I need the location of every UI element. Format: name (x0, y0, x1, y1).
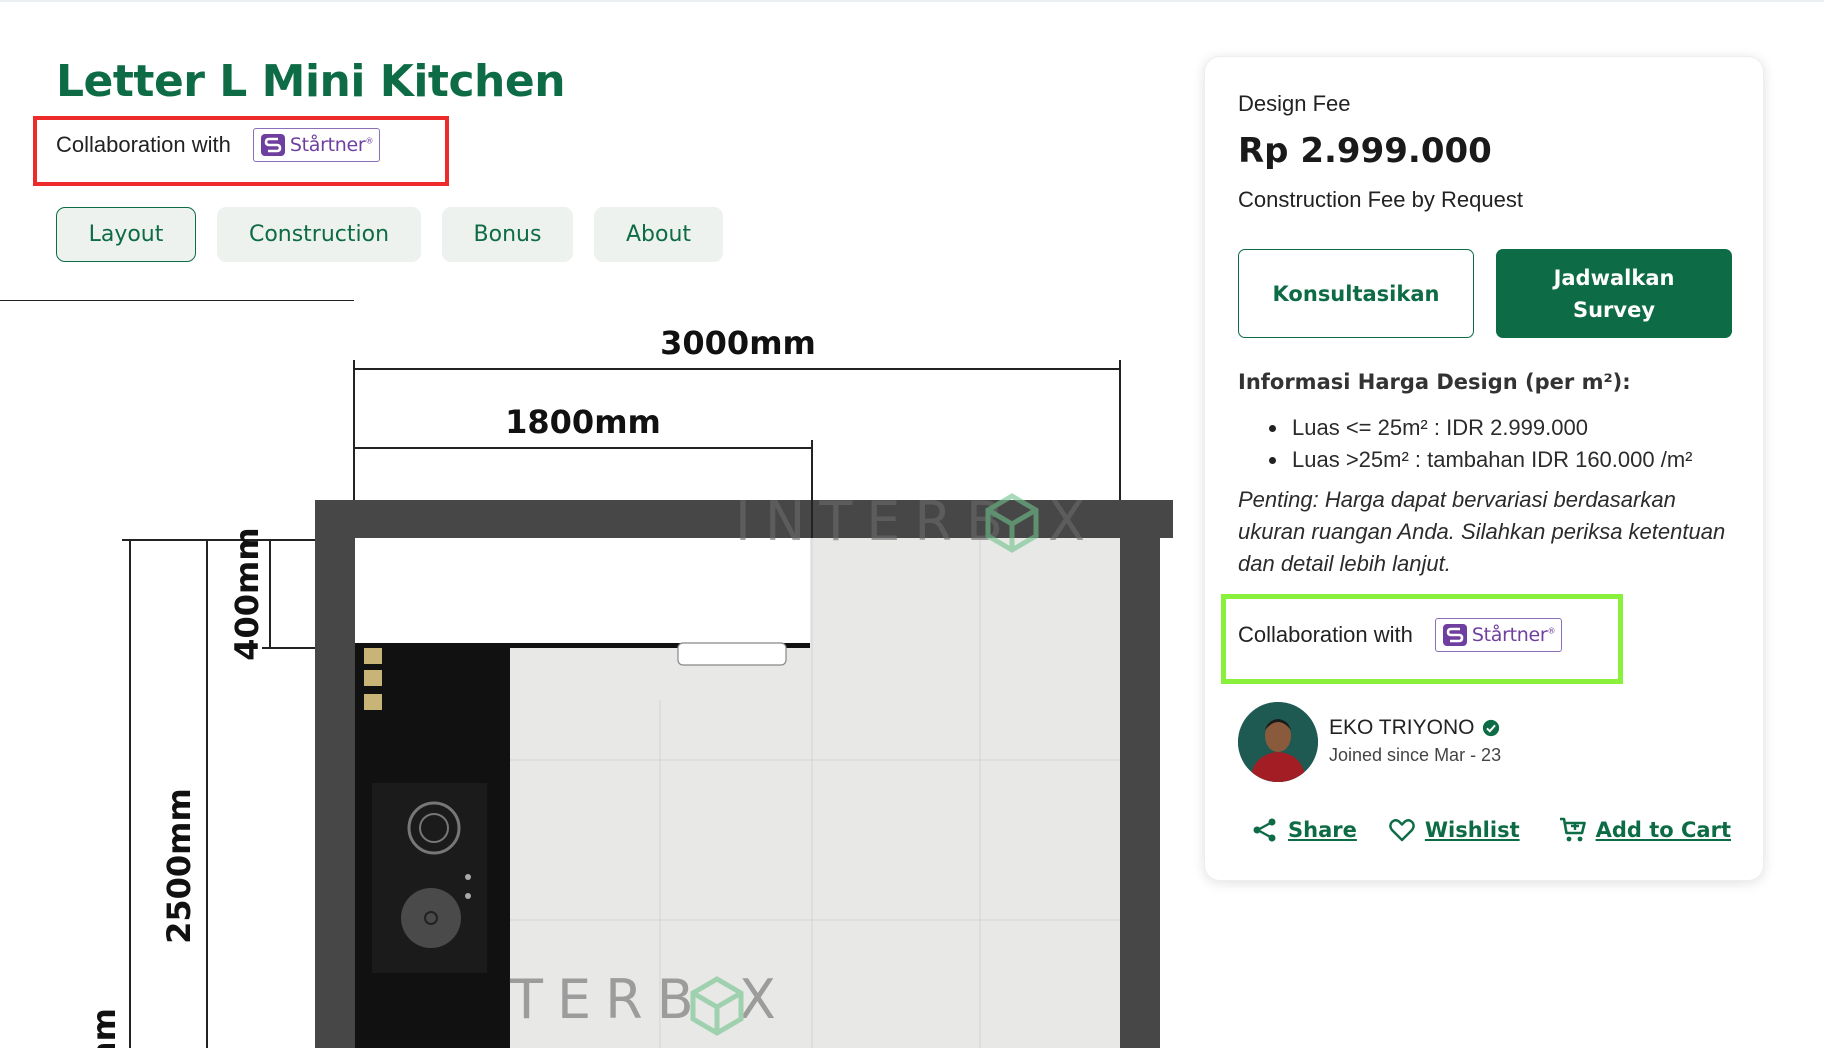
wall-sockets (364, 648, 382, 710)
design-fee-price: Rp 2.999.000 (1238, 131, 1492, 171)
dim-partial: mm (85, 1008, 123, 1048)
collaboration-label: Collaboration with (1238, 622, 1413, 647)
dim-total-width: 3000mm (660, 324, 816, 362)
tab-bonus[interactable]: Bonus (442, 207, 573, 262)
floor-plan-drawing: 3000mm 1800mm 400mm 2500mm mm INTERB X T… (0, 300, 1173, 1048)
design-fee-label: Design Fee (1238, 91, 1351, 116)
dim-room-depth: 2500mm (160, 788, 198, 944)
startner-logo-icon (260, 134, 285, 156)
svg-text:TERB X: TERB X (509, 968, 790, 1031)
floor-plan-image: 3000mm 1800mm 400mm 2500mm mm INTERB X T… (0, 300, 1190, 1048)
dim-counter-width: 1800mm (505, 403, 661, 441)
partner-badge[interactable]: Stårtner® (1434, 618, 1563, 652)
price-disclaimer: Penting: Harga dapat bervariasi berdasar… (1238, 487, 1726, 576)
tab-bar: Layout Construction Bonus About (56, 207, 723, 262)
partner-name: Stårtner® (289, 134, 374, 156)
author-joined-date: Joined since Mar - 23 (1329, 745, 1502, 765)
heart-icon (1389, 819, 1415, 842)
share-button[interactable]: Share (1250, 815, 1357, 845)
verified-icon (1483, 719, 1500, 737)
price-info-item: Luas <= 25m² : IDR 2.999.000 (1238, 412, 1693, 444)
tab-construction[interactable]: Construction (217, 207, 421, 262)
tab-layout[interactable]: Layout (56, 207, 196, 262)
author-avatar[interactable] (1238, 702, 1318, 782)
price-info-item: Luas >25m² : tambahan IDR 160.000 /m² (1238, 444, 1693, 476)
author-name[interactable]: EKO TRIYONO (1329, 716, 1474, 740)
consult-button[interactable]: Konsultasikan (1238, 249, 1474, 338)
partner-badge[interactable]: Stårtner® (252, 128, 381, 162)
share-icon (1253, 818, 1276, 842)
author-name-row: EKO TRIYONO (1329, 716, 1500, 740)
dim-counter-depth: 400mm (228, 527, 266, 660)
pricing-card: Design Fee Rp 2.999.000 Construction Fee… (1204, 56, 1764, 881)
interbox-watermark-top: INTERB X (735, 490, 1099, 553)
collaboration-label: Collaboration with (56, 132, 231, 157)
svg-text:INTERB X: INTERB X (735, 490, 1099, 553)
price-info-list: Luas <= 25m² : IDR 2.999.000 Luas >25m² … (1238, 412, 1693, 476)
price-info-title: Informasi Harga Design (per m²): (1238, 370, 1631, 394)
construction-fee-note: Construction Fee by Request (1238, 187, 1523, 212)
share-label: Share (1288, 818, 1357, 842)
wishlist-label: Wishlist (1424, 818, 1520, 842)
schedule-survey-button[interactable]: Jadwalkan Survey (1496, 249, 1732, 338)
interbox-watermark-bottom: TERB X (509, 968, 790, 1036)
partner-name: Stårtner® (1471, 624, 1556, 646)
tab-about[interactable]: About (594, 207, 723, 262)
startner-logo-icon (1442, 624, 1467, 646)
collaboration-row: Collaboration with Stårtner® (56, 128, 381, 162)
add-to-cart-button[interactable]: Add to Cart (1558, 815, 1731, 845)
avatar-image (1238, 702, 1318, 782)
add-to-cart-label: Add to Cart (1595, 818, 1731, 842)
top-divider (0, 0, 1824, 2)
page-title: Letter L Mini Kitchen (56, 56, 566, 107)
cart-icon (1559, 817, 1586, 842)
action-bar: Share Wishlist Add to Cart (1250, 815, 1731, 845)
cooktop (372, 783, 487, 973)
collaboration-row: Collaboration with Stårtner® (1238, 618, 1563, 652)
wishlist-button[interactable]: Wishlist (1387, 815, 1520, 845)
